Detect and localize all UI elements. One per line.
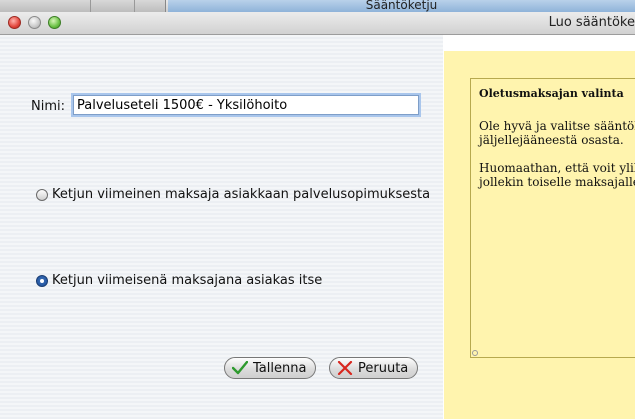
- help-line: jollekin toiselle maksajalle.: [479, 175, 635, 189]
- name-label: Nimi:: [31, 99, 65, 114]
- help-title: Oletusmaksajan valinta: [479, 87, 624, 100]
- help-line: jäljellejääneestä osasta.: [479, 133, 624, 147]
- checkmark-icon: [232, 361, 248, 375]
- title-bar: Luo sääntöke: [0, 12, 635, 35]
- help-content: Oletusmaksajan valinta Ole hyvä ja valit…: [479, 87, 635, 203]
- option-customer-self[interactable]: Ketjun viimeisenä maksajana asiakas itse: [36, 273, 322, 288]
- background-toolbar-segment: [0, 0, 91, 12]
- radio-button-unchecked[interactable]: [36, 188, 48, 201]
- help-paragraph: Ole hyvä ja valitse sääntöke jäljellejää…: [479, 119, 635, 147]
- save-button[interactable]: Tallenna: [224, 357, 317, 379]
- radio-button-checked[interactable]: [36, 274, 48, 287]
- help-text-area[interactable]: Oletusmaksajan valinta Ole hyvä ja valit…: [470, 78, 635, 358]
- zoom-window-button[interactable]: [48, 16, 61, 29]
- cancel-button-label: Peruuta: [358, 360, 409, 376]
- option-customer-self-label: Ketjun viimeisenä maksajana asiakas itse: [52, 273, 323, 288]
- help-line: Ole hyvä ja valitse sääntöke: [479, 119, 635, 133]
- background-window-toolbar: [0, 0, 166, 12]
- close-window-button[interactable]: [8, 16, 21, 29]
- window-title: Luo sääntöke: [548, 15, 635, 30]
- form-panel: Nimi: Ketjun viimeinen maksaja asiakkaan…: [0, 35, 443, 419]
- cross-icon: [337, 361, 353, 375]
- background-toolbar-segment: [90, 0, 135, 12]
- cancel-button[interactable]: Peruuta: [329, 357, 419, 379]
- save-button-label: Tallenna: [253, 360, 307, 376]
- option-contract-payer[interactable]: Ketjun viimeinen maksaja asiakkaan palve…: [36, 187, 430, 202]
- help-paragraph: Huomaathan, että voit ylikir jollekin to…: [479, 161, 635, 189]
- resize-grip-icon[interactable]: [472, 350, 478, 356]
- option-contract-payer-label: Ketjun viimeinen maksaja asiakkaan palve…: [52, 187, 431, 202]
- name-input[interactable]: [73, 95, 419, 115]
- minimize-window-button[interactable]: [28, 16, 41, 29]
- help-line: Huomaathan, että voit ylikir: [479, 161, 635, 175]
- background-window-title: Sääntöketju: [365, 0, 438, 12]
